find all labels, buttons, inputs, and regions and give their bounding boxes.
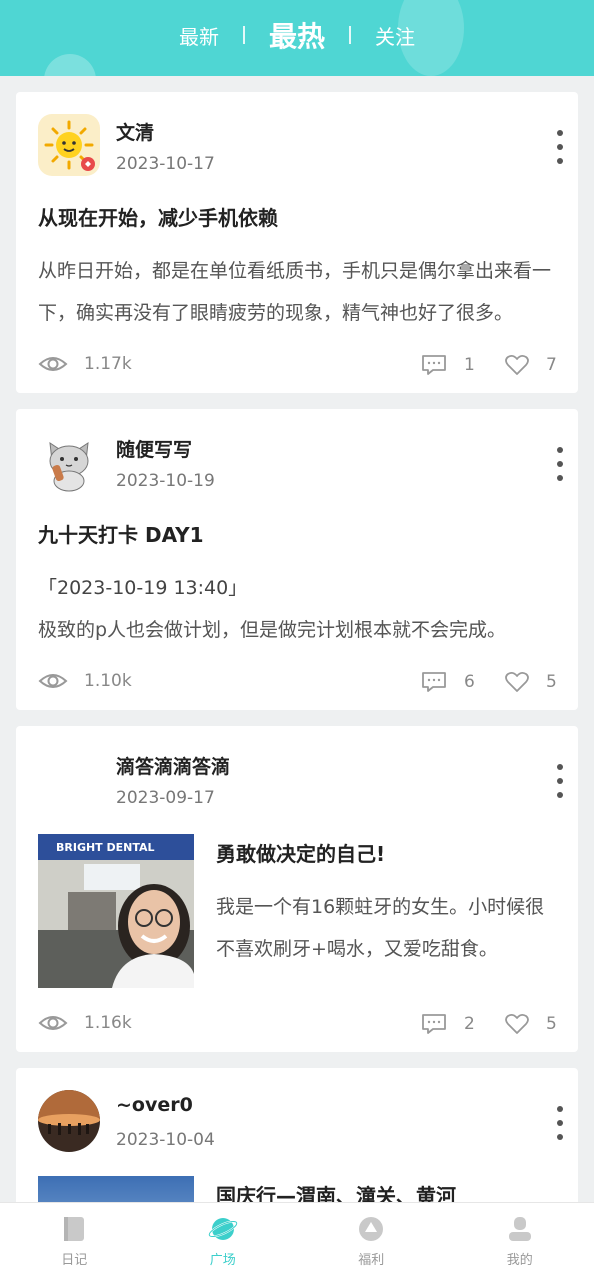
post-title[interactable]: 勇敢做决定的自己!: [216, 838, 385, 867]
tab-latest[interactable]: 最新: [175, 21, 223, 50]
post-excerpt[interactable]: 从昨日开始，都是在单位看纸质书，手机只是偶尔拿出来看一下，确实再没有了眼睛疲劳的…: [38, 250, 558, 334]
feed-tabs: 最新 最热 关注: [0, 0, 594, 70]
more-options-icon[interactable]: [554, 447, 566, 481]
post-date: 2023-10-04: [116, 1130, 215, 1150]
more-options-icon[interactable]: [554, 764, 566, 798]
views-count: 1.10k: [84, 671, 132, 691]
likes-stat[interactable]: 5: [504, 1012, 557, 1036]
tab-divider: [349, 26, 351, 44]
comments-stat[interactable]: 6: [420, 670, 475, 694]
post-card[interactable]: 文清 2023-10-17 从现在开始，减少手机依赖 从昨日开始，都是在单位看纸…: [16, 92, 578, 393]
post-thumbnail[interactable]: BRIGHT DENTAL: [38, 834, 194, 988]
excerpt-line: 「2023-10-19 13:40」: [38, 577, 248, 599]
top-header: 最新 最热 关注: [0, 0, 594, 76]
bottom-navigation: 日记 广场 福利 我的: [0, 1202, 594, 1280]
diary-icon: [64, 1217, 85, 1241]
eye-icon: [38, 1016, 68, 1030]
post-excerpt[interactable]: 我是一个有16颗蛀牙的女生。小时候很不喜欢刷牙+喝水，又爱吃甜食。: [216, 886, 556, 970]
comments-count: 1: [464, 355, 475, 375]
views-count: 1.17k: [84, 354, 132, 374]
post-date: 2023-09-17: [116, 788, 215, 808]
avatar[interactable]: [38, 431, 100, 493]
author-name[interactable]: 随便写写: [116, 435, 192, 462]
nav-label: 福利: [358, 1253, 385, 1268]
nav-welfare[interactable]: 福利: [297, 1203, 446, 1280]
views-count: 1.16k: [84, 1013, 132, 1033]
author-name[interactable]: 滴答滴滴答滴: [116, 752, 230, 779]
views-stat: 1.17k: [38, 353, 132, 375]
tab-hottest[interactable]: 最热: [265, 15, 329, 55]
heart-icon: [505, 1013, 529, 1034]
sign-text: BRIGHT DENTAL: [56, 841, 155, 854]
post-title[interactable]: 九十天打卡 DAY1: [38, 519, 204, 548]
more-options-icon[interactable]: [554, 1106, 566, 1140]
tab-divider: [242, 26, 245, 44]
comments-count: 2: [464, 1014, 475, 1034]
excerpt-line: 极致的p人也会做计划，但是做完计划根本就不会完成。: [38, 619, 507, 641]
heart-icon: [505, 354, 529, 375]
post-stats: 1.10k 6 5: [38, 670, 558, 696]
comments-stat[interactable]: 1: [420, 353, 475, 377]
nav-square[interactable]: 广场: [149, 1203, 298, 1280]
post-stats: 1.17k 1 7: [38, 353, 558, 379]
comments-count: 6: [464, 672, 475, 692]
views-stat: 1.10k: [38, 670, 132, 692]
comments-stat[interactable]: 2: [420, 1012, 475, 1036]
selfie-photo: BRIGHT DENTAL: [38, 834, 194, 988]
gift-icon: [359, 1217, 384, 1241]
post-card[interactable]: 随便写写 2023-10-19 九十天打卡 DAY1 「2023-10-19 1…: [16, 409, 578, 710]
eye-icon: [38, 357, 68, 371]
likes-count: 5: [546, 672, 557, 692]
user-icon: [508, 1217, 531, 1241]
planet-icon: [208, 1218, 238, 1240]
author-name[interactable]: ~over0: [116, 1094, 193, 1116]
sun-avatar-icon: [44, 120, 95, 171]
nav-diary[interactable]: 日记: [0, 1203, 149, 1280]
tab-following[interactable]: 关注: [371, 21, 419, 50]
avatar[interactable]: [38, 1090, 100, 1152]
likes-count: 5: [546, 1014, 557, 1034]
sunset-avatar-icon: [38, 1090, 100, 1152]
nav-mine[interactable]: 我的: [446, 1203, 594, 1280]
comment-icon: [422, 672, 446, 692]
post-date: 2023-10-19: [116, 471, 215, 491]
nav-label: 广场: [209, 1253, 236, 1268]
heart-icon: [505, 671, 529, 692]
post-card[interactable]: 滴答滴滴答滴 2023-09-17 BRIGHT DENTAL 勇敢做决定的自己…: [16, 726, 578, 1052]
post-title[interactable]: 从现在开始，减少手机依赖: [38, 202, 278, 231]
post-stats: 1.16k 2 5: [38, 1012, 558, 1038]
likes-stat[interactable]: 7: [504, 353, 557, 377]
author-name[interactable]: 文清: [116, 118, 154, 145]
eye-icon: [38, 674, 68, 688]
post-date: 2023-10-17: [116, 154, 215, 174]
more-options-icon[interactable]: [554, 130, 566, 164]
likes-count: 7: [546, 355, 557, 375]
likes-stat[interactable]: 5: [504, 670, 557, 694]
post-excerpt[interactable]: 「2023-10-19 13:40」 极致的p人也会做计划，但是做完计划根本就不…: [38, 567, 558, 651]
comment-icon: [422, 355, 446, 375]
nav-label: 我的: [506, 1253, 533, 1268]
avatar[interactable]: [38, 114, 100, 176]
comment-icon: [422, 1014, 446, 1034]
nav-label: 日记: [61, 1253, 88, 1268]
cat-avatar-icon: [49, 441, 89, 492]
views-stat: 1.16k: [38, 1012, 132, 1034]
